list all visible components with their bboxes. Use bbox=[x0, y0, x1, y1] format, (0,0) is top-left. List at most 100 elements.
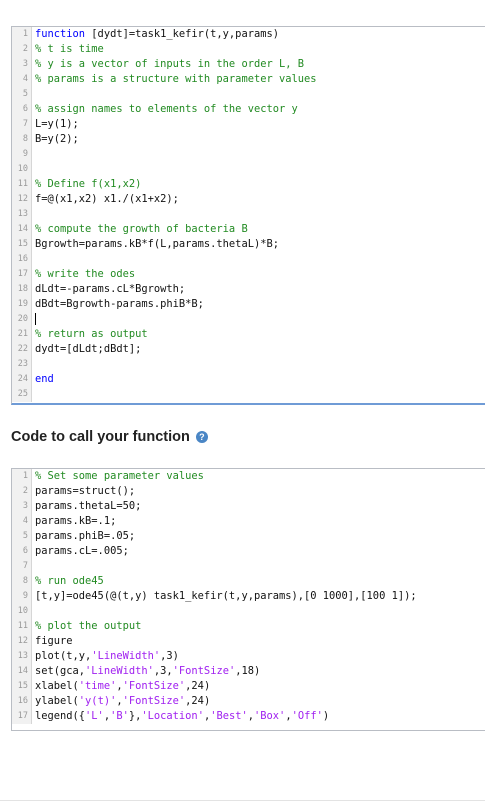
section-title: Code to call your function bbox=[11, 429, 190, 445]
code-line[interactable]: 11% plot the output bbox=[12, 619, 485, 634]
code-line[interactable]: 10 bbox=[12, 162, 485, 177]
code-line[interactable]: 15 Bgrowth=params.kB*f(L,params.thetaL)*B… bbox=[12, 237, 485, 252]
code-line[interactable]: 13 plot(t,y,'LineWidth',3) bbox=[12, 649, 485, 664]
line-number: 10 bbox=[12, 604, 32, 619]
code-text: % assign names to elements of the vector… bbox=[32, 102, 298, 117]
code-line[interactable]: 12 f=@(x1,x2) x1./(x1+x2); bbox=[12, 192, 485, 207]
line-number: 14 bbox=[12, 222, 32, 237]
line-number: 7 bbox=[12, 559, 32, 574]
code-line[interactable]: 6 params.cL=.005; bbox=[12, 544, 485, 559]
code-string: 'Best' bbox=[210, 710, 248, 722]
call-code-editor[interactable]: 1% Set some parameter values 2 params=stru… bbox=[11, 468, 485, 731]
code-text: plot(t,y,'LineWidth',3) bbox=[32, 649, 179, 664]
code-comment: % compute the growth of bacteria B bbox=[35, 223, 248, 235]
code-line[interactable]: 17% write the odes bbox=[12, 267, 485, 282]
function-code-editor[interactable]: 1 function [dydt]=task1_kefir(t,y,params)… bbox=[11, 26, 485, 405]
code-line[interactable]: 16 ylabel('y(t)','FontSize',24) bbox=[12, 694, 485, 709]
code-line[interactable]: 7 bbox=[12, 559, 485, 574]
code-comment: % Define f(x1,x2) bbox=[35, 178, 142, 190]
line-number: 1 bbox=[12, 469, 32, 484]
code-token: }, bbox=[128, 710, 142, 722]
code-text: % t is time bbox=[32, 42, 104, 57]
code-text: % Set some parameter values bbox=[32, 469, 204, 484]
code-line[interactable]: 5 bbox=[12, 87, 485, 102]
code-line[interactable]: 2% t is time bbox=[12, 42, 485, 57]
code-line[interactable]: 12 figure bbox=[12, 634, 485, 649]
line-number: 2 bbox=[12, 484, 32, 499]
code-token: set(gca, bbox=[35, 665, 86, 677]
code-line[interactable]: 4% params is a structure with parameter … bbox=[12, 72, 485, 87]
code-line[interactable]: 14 set(gca,'LineWidth',3,'FontSize',18) bbox=[12, 664, 485, 679]
code-line[interactable]: 1 function [dydt]=task1_kefir(t,y,params) bbox=[12, 27, 485, 42]
line-number: 5 bbox=[12, 529, 32, 544]
code-line[interactable]: 17 legend({'L','B'},'Location','Best','Bo… bbox=[12, 709, 485, 724]
code-line[interactable]: 8 B=y(2); bbox=[12, 132, 485, 147]
code-line[interactable]: 11% Define f(x1,x2) bbox=[12, 177, 485, 192]
code-token: L=y(1); bbox=[35, 118, 79, 130]
help-icon[interactable]: ? bbox=[195, 431, 208, 443]
code-token: params.cL=.005; bbox=[35, 545, 129, 557]
code-line[interactable]: 9 bbox=[12, 147, 485, 162]
code-token: ,24) bbox=[185, 695, 211, 707]
code-line[interactable]: 15 xlabel('time','FontSize',24) bbox=[12, 679, 485, 694]
code-comment: % run ode45 bbox=[35, 575, 104, 587]
line-number: 12 bbox=[12, 192, 32, 207]
line-number: 12 bbox=[12, 634, 32, 649]
code-line[interactable]: 10 bbox=[12, 604, 485, 619]
code-text: xlabel('time','FontSize',24) bbox=[32, 679, 210, 694]
code-text: % write the odes bbox=[32, 267, 135, 282]
code-text: % params is a structure with parameter v… bbox=[32, 72, 317, 87]
code-string: 'y(t)' bbox=[78, 695, 117, 707]
code-line[interactable]: 18 dLdt=-params.cL*Bgrowth; bbox=[12, 282, 485, 297]
code-line[interactable]: 20 bbox=[12, 312, 485, 327]
code-string: 'B' bbox=[110, 710, 129, 722]
code-string: 'L' bbox=[85, 710, 104, 722]
code-line[interactable]: 23 bbox=[12, 357, 485, 372]
code-line[interactable]: 13 bbox=[12, 207, 485, 222]
code-token: dBdt=Bgrowth-params.phiB*B; bbox=[35, 298, 204, 310]
code-string: 'time' bbox=[78, 680, 117, 692]
line-number: 8 bbox=[12, 574, 32, 589]
code-line[interactable]: 19 dBdt=Bgrowth-params.phiB*B; bbox=[12, 297, 485, 312]
line-number: 11 bbox=[12, 177, 32, 192]
code-token: [dydt]=task1_kefir(t,y,params) bbox=[85, 28, 279, 40]
code-token: params.kB=.1; bbox=[35, 515, 117, 527]
code-token: [t,y]=ode45(@(t,y) task1_kefir(t,y,param… bbox=[35, 590, 417, 602]
code-string: 'LineWidth' bbox=[91, 650, 161, 662]
code-line[interactable]: 14% compute the growth of bacteria B bbox=[12, 222, 485, 237]
code-line[interactable]: 3% y is a vector of inputs in the order … bbox=[12, 57, 485, 72]
code-comment: % write the odes bbox=[35, 268, 136, 280]
line-number: 8 bbox=[12, 132, 32, 147]
line-number: 25 bbox=[12, 387, 32, 402]
code-line[interactable]: 25 bbox=[12, 387, 485, 402]
code-line[interactable]: 21% return as output bbox=[12, 327, 485, 342]
code-line[interactable]: 2 params=struct(); bbox=[12, 484, 485, 499]
code-line[interactable]: 1% Set some parameter values bbox=[12, 469, 485, 484]
code-line[interactable]: 9 [t,y]=ode45(@(t,y) task1_kefir(t,y,para… bbox=[12, 589, 485, 604]
code-line[interactable]: 6% assign names to elements of the vecto… bbox=[12, 102, 485, 117]
line-number: 10 bbox=[12, 162, 32, 177]
line-number: 9 bbox=[12, 589, 32, 604]
code-line[interactable]: 16 bbox=[12, 252, 485, 267]
code-comment: % params is a structure with parameter v… bbox=[35, 73, 317, 85]
line-number: 4 bbox=[12, 514, 32, 529]
code-string: 'LineWidth' bbox=[85, 665, 154, 677]
line-number: 15 bbox=[12, 679, 32, 694]
code-comment: % assign names to elements of the vector… bbox=[35, 103, 298, 115]
code-line[interactable]: 8% run ode45 bbox=[12, 574, 485, 589]
code-line[interactable]: 24 end bbox=[12, 372, 485, 387]
line-number: 22 bbox=[12, 342, 32, 357]
code-line[interactable]: 3 params.thetaL=50; bbox=[12, 499, 485, 514]
code-line[interactable]: 5 params.phiB=.05; bbox=[12, 529, 485, 544]
code-token: f=@(x1,x2) x1./(x1+x2); bbox=[35, 193, 179, 205]
code-text: ylabel('y(t)','FontSize',24) bbox=[32, 694, 210, 709]
code-text: % return as output bbox=[32, 327, 148, 342]
code-line[interactable]: 22 dydt=[dLdt;dBdt]; bbox=[12, 342, 485, 357]
code-line[interactable]: 4 params.kB=.1; bbox=[12, 514, 485, 529]
code-line[interactable]: 7 L=y(1); bbox=[12, 117, 485, 132]
code-text: params.thetaL=50; bbox=[32, 499, 141, 514]
line-number: 20 bbox=[12, 312, 32, 327]
